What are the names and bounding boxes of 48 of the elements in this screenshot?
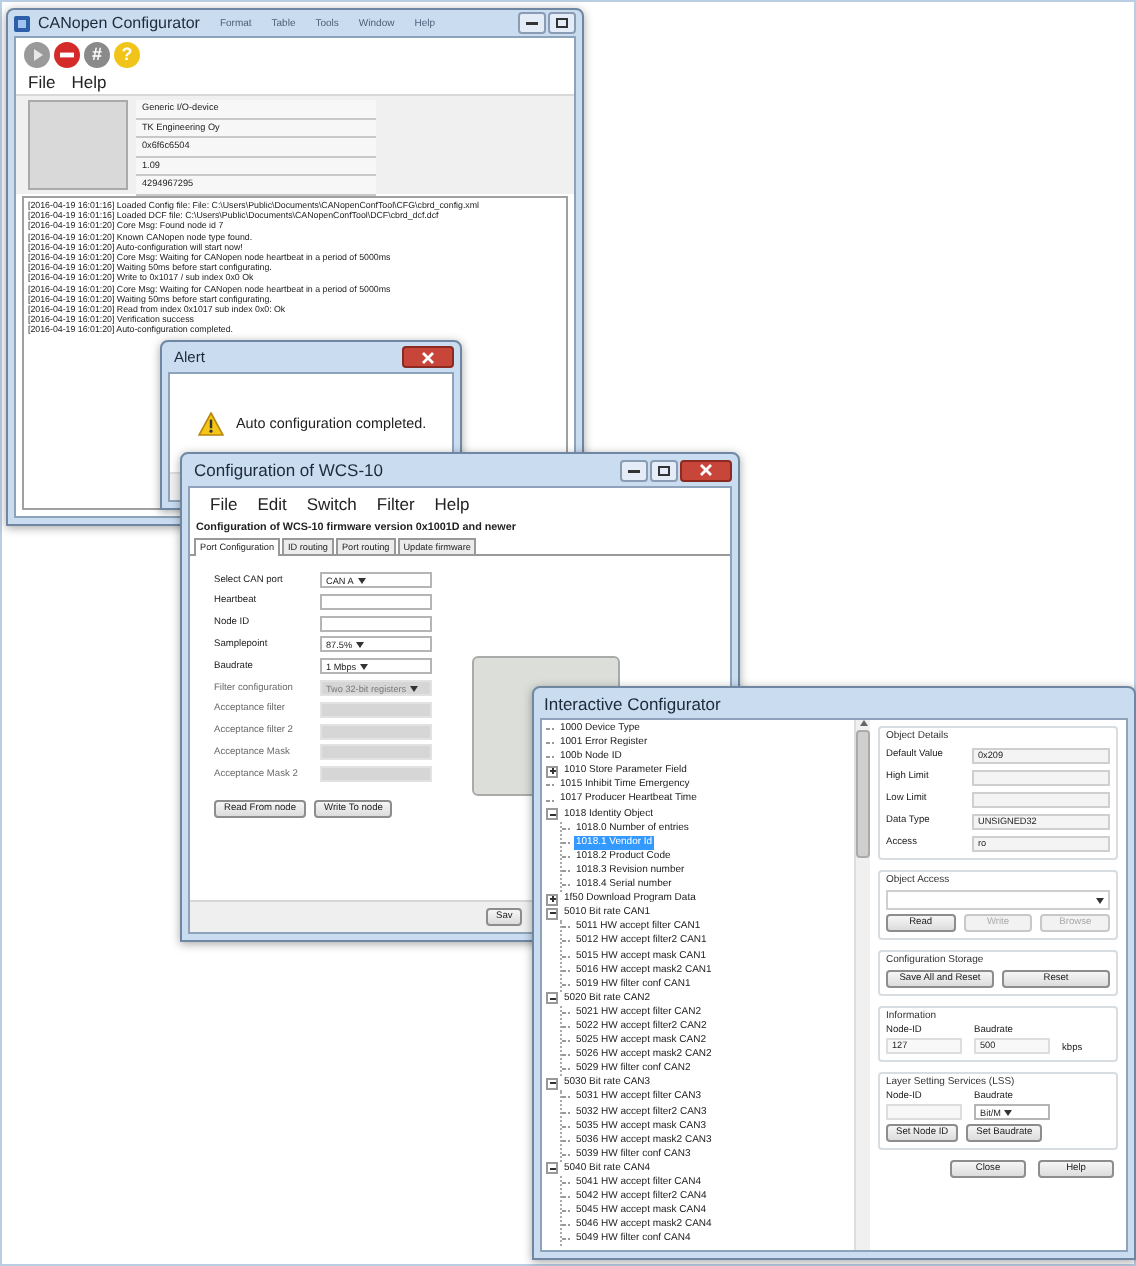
input-field[interactable] [320,593,432,610]
window-title: Interactive Configurator [542,693,721,713]
menu-item[interactable]: Edit [257,494,287,514]
expander-icon[interactable] [546,808,558,821]
minimize-button[interactable] [620,459,648,481]
scroll-up-icon [859,720,867,726]
expander-icon[interactable] [546,1162,558,1175]
expander-icon[interactable] [546,765,558,778]
maximize-icon [556,18,568,28]
menu-item[interactable]: File [210,494,238,514]
close-button[interactable] [402,346,454,368]
menu-item[interactable]: Help [71,72,107,92]
scroll-thumb[interactable] [856,730,870,858]
device-photo-placeholder [28,100,128,190]
close-button[interactable] [680,459,732,481]
expander-icon[interactable] [546,907,558,920]
read-only-field [972,769,1110,785]
caret-icon [360,663,369,670]
caret-icon [410,685,419,691]
expander-icon[interactable] [546,893,558,906]
window-title: Configuration of WCS-10 [192,460,383,480]
minimize-button[interactable] [518,12,546,34]
caret-icon [357,577,366,584]
app-icon [14,15,30,31]
minimize-icon [526,20,538,26]
menu-item[interactable]: Switch [306,494,357,514]
menu-item[interactable]: Help [434,494,470,514]
input-field[interactable] [886,1104,962,1120]
warning-icon [198,411,224,435]
menu-item[interactable]: Filter [376,494,415,514]
window-title: CANopen Configurator [38,14,200,32]
stop-icon[interactable] [54,42,80,68]
expander-icon[interactable] [546,992,558,1005]
menu-item[interactable]: File [28,72,56,92]
maximize-icon [658,465,670,475]
caret-icon [356,641,365,648]
input-field[interactable] [320,615,432,632]
minimize-icon [628,467,640,473]
close-icon [422,351,434,363]
caret-icon [1096,897,1104,903]
caret-icon [1004,1109,1013,1115]
scrollbar[interactable] [854,720,870,1250]
close-icon [700,464,712,476]
read-only-field [972,791,1110,807]
maximize-button[interactable] [548,12,576,34]
play-icon[interactable] [24,42,50,68]
expander-icon[interactable] [546,1077,558,1090]
maximize-button[interactable] [650,459,678,481]
